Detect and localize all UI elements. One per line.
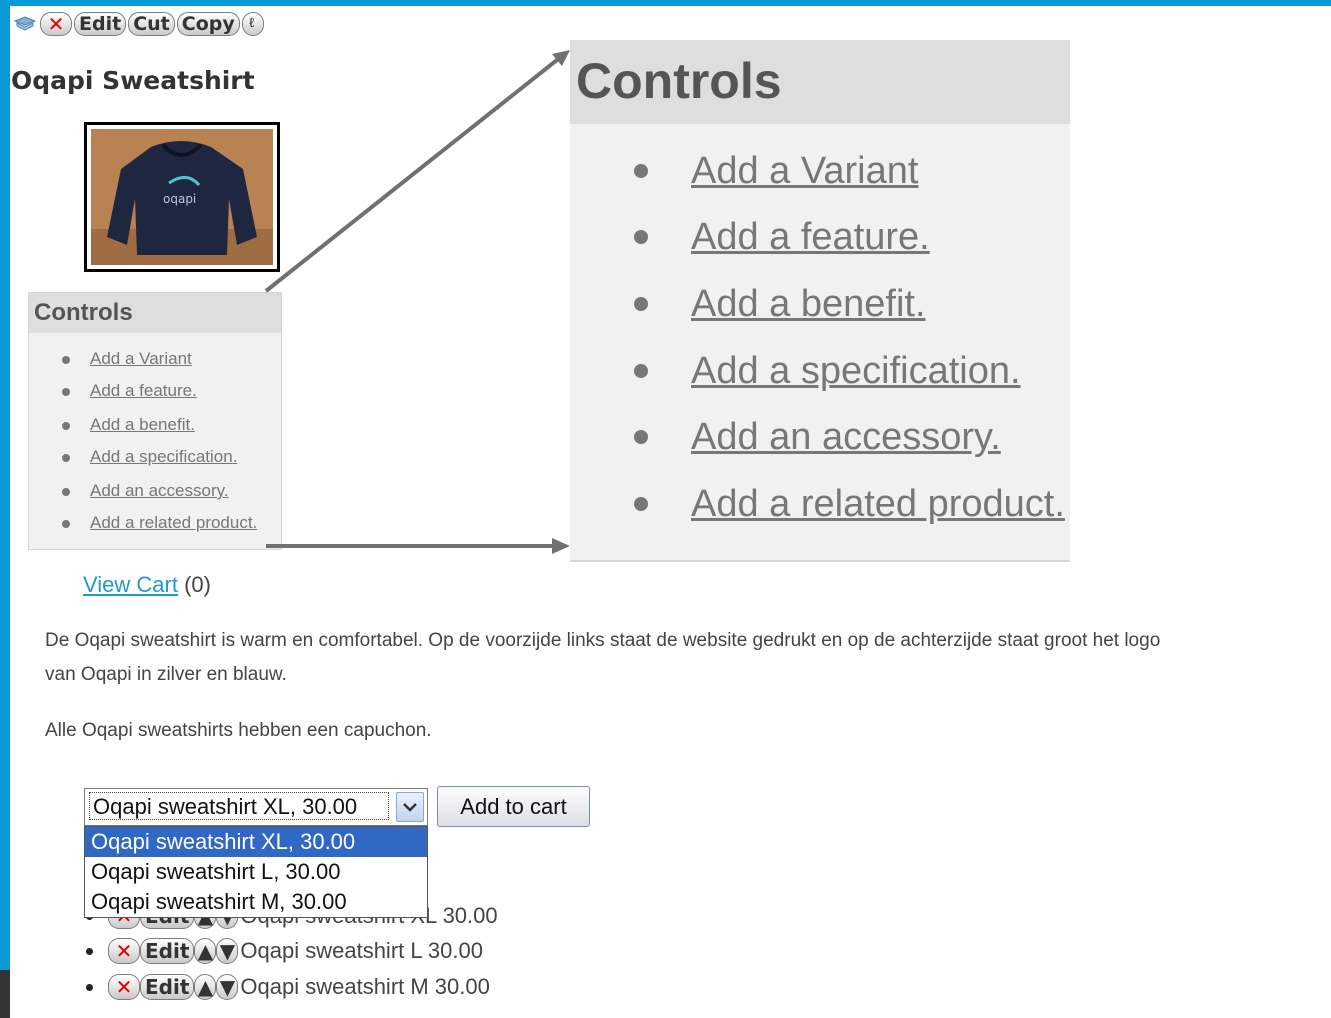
chevron-down-icon: ▼ bbox=[219, 975, 236, 999]
move-down-button[interactable]: ▼ bbox=[216, 938, 239, 964]
controls-heading-zoomed: Controls bbox=[570, 40, 1070, 124]
bullet-icon bbox=[634, 364, 648, 378]
add-specification-link-zoomed[interactable]: Add a specification. bbox=[691, 350, 1021, 393]
move-down-button[interactable]: ▼ bbox=[216, 974, 239, 1000]
dropdown-option[interactable]: Oqapi sweatshirt XL, 30.00 bbox=[85, 827, 427, 857]
move-up-button[interactable]: ▲ bbox=[194, 938, 217, 964]
variant-name: Oqapi sweatshirt L 30.00 bbox=[240, 938, 483, 963]
bullet-icon bbox=[634, 497, 648, 511]
add-variant-link-zoomed[interactable]: Add a Variant bbox=[691, 150, 918, 193]
variant-edit-button[interactable]: Edit bbox=[140, 938, 195, 964]
variant-dropdown: Oqapi sweatshirt XL, 30.00 Oqapi sweatsh… bbox=[84, 826, 428, 918]
dropdown-option[interactable]: Oqapi sweatshirt L, 30.00 bbox=[85, 857, 427, 887]
variant-edit-button[interactable]: Edit bbox=[140, 974, 195, 1000]
dropdown-option[interactable]: Oqapi sweatshirt M, 30.00 bbox=[85, 887, 427, 917]
controls-panel-zoomed: Controls Add a Variant Add a feature. Ad… bbox=[570, 40, 1070, 562]
chevron-down-icon[interactable] bbox=[396, 792, 424, 822]
description-line-3: Alle Oqapi sweatshirts hebben een capuch… bbox=[45, 720, 432, 741]
variant-row: ✕ Edit ▲ ▼ Oqapi sweatshirt M 30.00 bbox=[86, 971, 490, 1003]
add-accessory-link-zoomed[interactable]: Add an accessory. bbox=[691, 416, 1001, 459]
description-line-2: van Oqapi in zilver en blauw. bbox=[45, 664, 287, 685]
variant-select-value: Oqapi sweatshirt XL, 30.00 bbox=[89, 792, 389, 820]
bullet-icon bbox=[634, 430, 648, 444]
view-cart-link[interactable]: View Cart bbox=[83, 572, 178, 597]
callout-arrowhead-bottom bbox=[552, 538, 570, 554]
add-benefit-link-zoomed[interactable]: Add a benefit. bbox=[691, 283, 926, 326]
delete-icon: ✕ bbox=[115, 939, 133, 963]
variant-delete-button[interactable]: ✕ bbox=[108, 938, 140, 964]
chevron-up-icon: ▲ bbox=[197, 939, 214, 963]
chevron-up-icon: ▲ bbox=[197, 975, 214, 999]
description-line-1: De Oqapi sweatshirt is warm en comfortab… bbox=[45, 630, 1161, 651]
move-up-button[interactable]: ▲ bbox=[194, 974, 217, 1000]
bullet-icon bbox=[634, 230, 648, 244]
bullet-icon bbox=[86, 983, 93, 991]
callout-arrow-top bbox=[264, 54, 564, 293]
variant-name: Oqapi sweatshirt M 30.00 bbox=[240, 974, 490, 999]
bullet-icon bbox=[634, 297, 648, 311]
variant-row: ✕ Edit ▲ ▼ Oqapi sweatshirt L 30.00 bbox=[86, 935, 483, 967]
view-cart: View Cart (0) bbox=[83, 572, 211, 598]
variant-delete-button[interactable]: ✕ bbox=[108, 974, 140, 1000]
chevron-down-icon: ▼ bbox=[219, 939, 236, 963]
cart-count: (0) bbox=[184, 572, 211, 597]
bullet-icon bbox=[634, 164, 648, 178]
variant-select[interactable]: Oqapi sweatshirt XL, 30.00 bbox=[84, 788, 428, 826]
add-related-product-link-zoomed[interactable]: Add a related product. bbox=[691, 483, 1065, 526]
bullet-icon bbox=[86, 947, 93, 955]
add-feature-link-zoomed[interactable]: Add a feature. bbox=[691, 216, 930, 259]
delete-icon: ✕ bbox=[115, 975, 133, 999]
add-to-cart-button[interactable]: Add to cart bbox=[437, 786, 590, 827]
